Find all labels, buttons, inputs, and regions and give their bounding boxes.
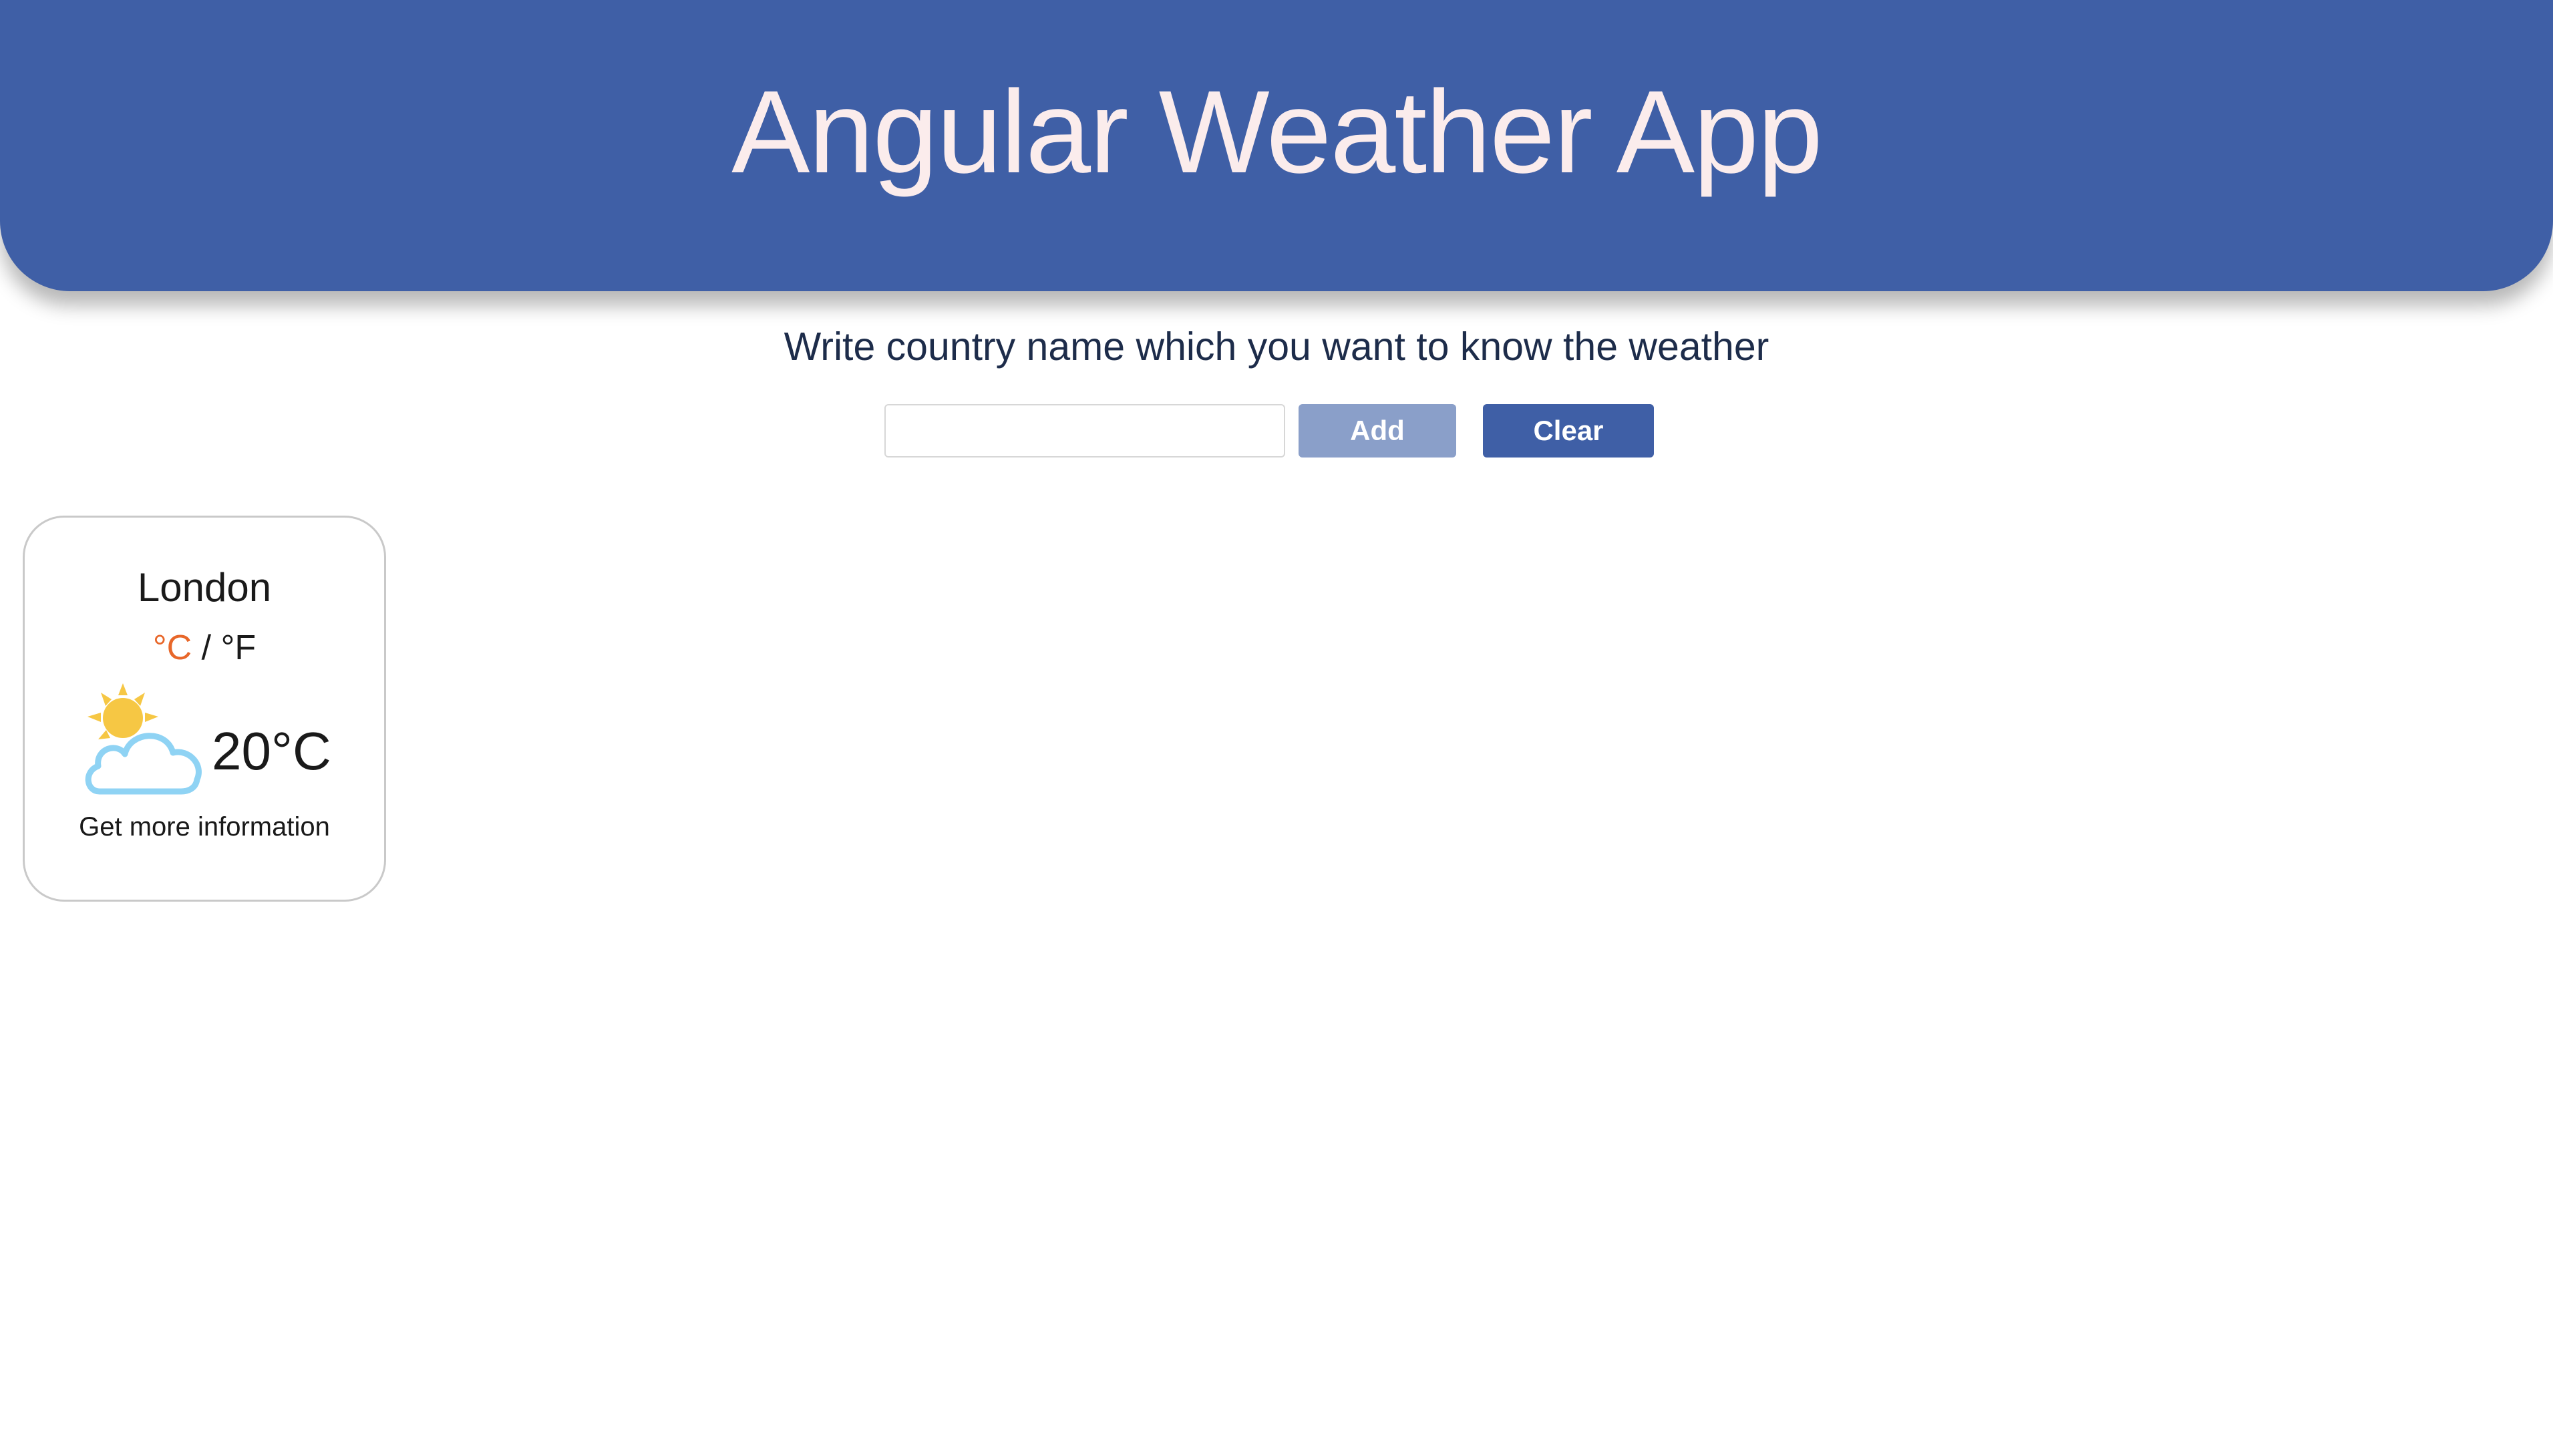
country-search-input[interactable] <box>884 404 1285 458</box>
unit-separator: / <box>192 628 221 667</box>
app-header: Angular Weather App <box>0 0 2553 291</box>
weather-app-page: Angular Weather App Write country name w… <box>0 0 2553 1456</box>
cloud-icon <box>85 733 202 795</box>
fahrenheit-toggle[interactable]: °F <box>221 628 257 667</box>
card-temperature: 20°C <box>212 721 331 781</box>
app-title: Angular Weather App <box>731 67 1823 198</box>
celsius-toggle[interactable]: °C <box>153 628 192 667</box>
partly-cloudy-icon <box>85 683 202 795</box>
clear-button[interactable]: Clear <box>1483 404 1654 458</box>
search-prompt: Write country name which you want to kno… <box>784 325 1769 369</box>
sun-icon <box>88 683 158 739</box>
card-city-name: London <box>137 565 272 610</box>
more-info-link[interactable]: Get more information <box>25 810 384 844</box>
weather-card: London °C / °F 20°C Get more information <box>23 516 386 902</box>
add-button[interactable]: Add <box>1299 404 1456 458</box>
unit-toggle: °C / °F <box>25 628 384 668</box>
